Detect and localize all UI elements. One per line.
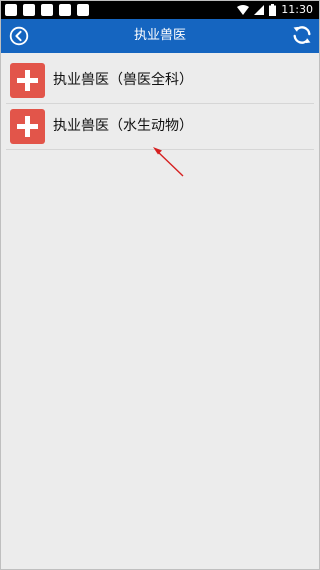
app-screen: 11:30 执业兽医 执业兽医（兽医全科） 执业兽医（水生动物） (0, 0, 320, 570)
add-icon[interactable] (10, 63, 45, 98)
wifi-icon (237, 5, 250, 15)
list-item-label: 执业兽医（兽医全科） (53, 72, 193, 88)
exam-list: 执业兽医（兽医全科） 执业兽医（水生动物） (6, 58, 314, 150)
notification-icon (41, 4, 53, 16)
battery-icon (269, 4, 277, 16)
list-item[interactable]: 执业兽医（兽医全科） (6, 58, 314, 104)
page-title: 执业兽医 (133, 28, 186, 43)
notification-icon (23, 4, 35, 16)
notification-icon (77, 4, 89, 16)
add-icon[interactable] (10, 109, 45, 144)
app-header: 执业兽医 (1, 19, 319, 53)
signal-icon (254, 5, 265, 15)
list-item-label: 执业兽医（水生动物） (53, 118, 193, 134)
status-time: 11:30 (281, 3, 313, 16)
status-indicators: 11:30 (237, 1, 313, 19)
notification-icon (59, 4, 71, 16)
status-bar: 11:30 (1, 1, 319, 19)
list-item[interactable]: 执业兽医（水生动物） (6, 104, 314, 150)
notification-icon (5, 4, 17, 16)
refresh-icon[interactable] (291, 24, 313, 46)
